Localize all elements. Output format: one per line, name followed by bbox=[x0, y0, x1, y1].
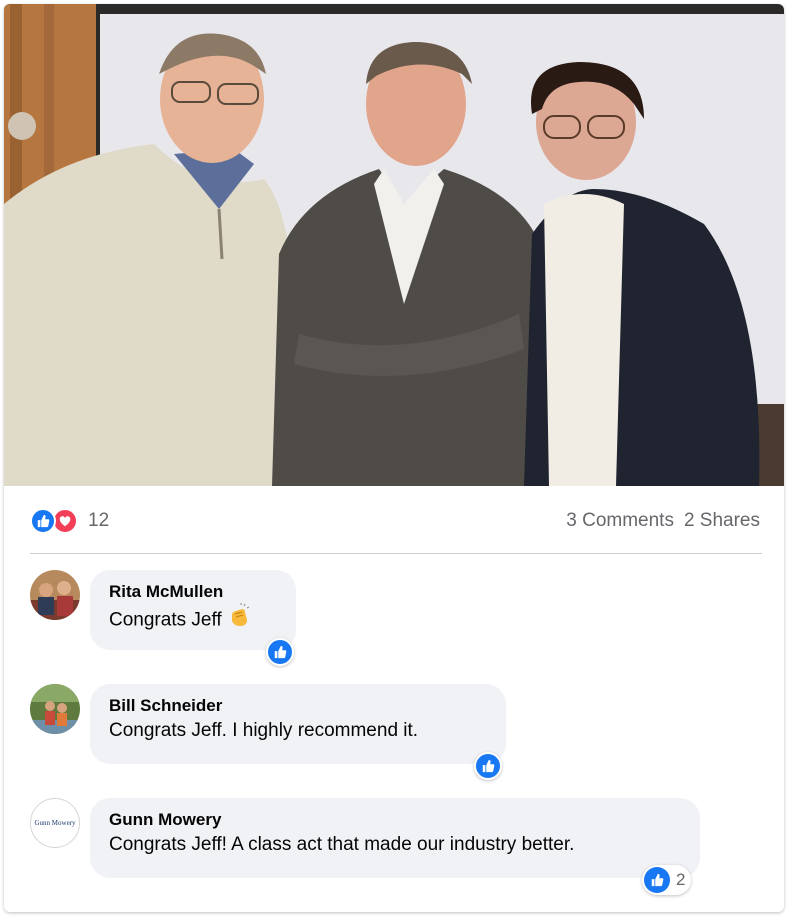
clapping-hands-icon bbox=[226, 603, 252, 638]
avatar[interactable] bbox=[30, 684, 80, 734]
avatar[interactable] bbox=[30, 570, 80, 620]
shares-count-link[interactable]: 2 Shares bbox=[684, 510, 760, 532]
comment-author[interactable]: Bill Schneider bbox=[109, 695, 486, 717]
post-photo[interactable] bbox=[4, 4, 784, 486]
comment-text-row: Congrats Jeff bbox=[109, 603, 276, 638]
comment-bubble: Bill Schneider Congrats Jeff. I highly r… bbox=[90, 684, 506, 764]
post-stats: 3 Comments 2 Shares bbox=[566, 504, 760, 538]
comment-like-icon bbox=[474, 752, 502, 780]
comment-text: Congrats Jeff bbox=[109, 609, 222, 631]
divider bbox=[30, 553, 762, 554]
logo-text: Gunn Mowery bbox=[34, 819, 76, 827]
like-icon bbox=[644, 867, 670, 893]
comment-bubble: Rita McMullen Congrats Jeff bbox=[90, 570, 296, 650]
comment-text: Congrats Jeff. I highly recommend it. bbox=[109, 720, 419, 741]
comment-like-icon bbox=[266, 638, 294, 666]
reactions-summary[interactable]: 12 bbox=[30, 504, 109, 538]
like-reaction-icon bbox=[30, 508, 56, 534]
comment-bubble: Gunn Mowery Congrats Jeff! A class act t… bbox=[90, 798, 700, 878]
comment-author[interactable]: Gunn Mowery bbox=[109, 809, 680, 831]
comments-count-link[interactable]: 3 Comments bbox=[566, 510, 674, 532]
comment-author[interactable]: Rita McMullen bbox=[109, 581, 276, 603]
gunn-mowery-logo-avatar[interactable]: Gunn Mowery bbox=[30, 798, 80, 848]
post-card: 12 3 Comments 2 Shares Rita McMullen Con… bbox=[4, 4, 784, 912]
comment-text: Congrats Jeff! A class act that made our… bbox=[109, 834, 575, 855]
reaction-count: 12 bbox=[88, 510, 110, 531]
like-count: 2 bbox=[676, 870, 686, 889]
comment-like-count[interactable]: 2 bbox=[642, 865, 692, 895]
